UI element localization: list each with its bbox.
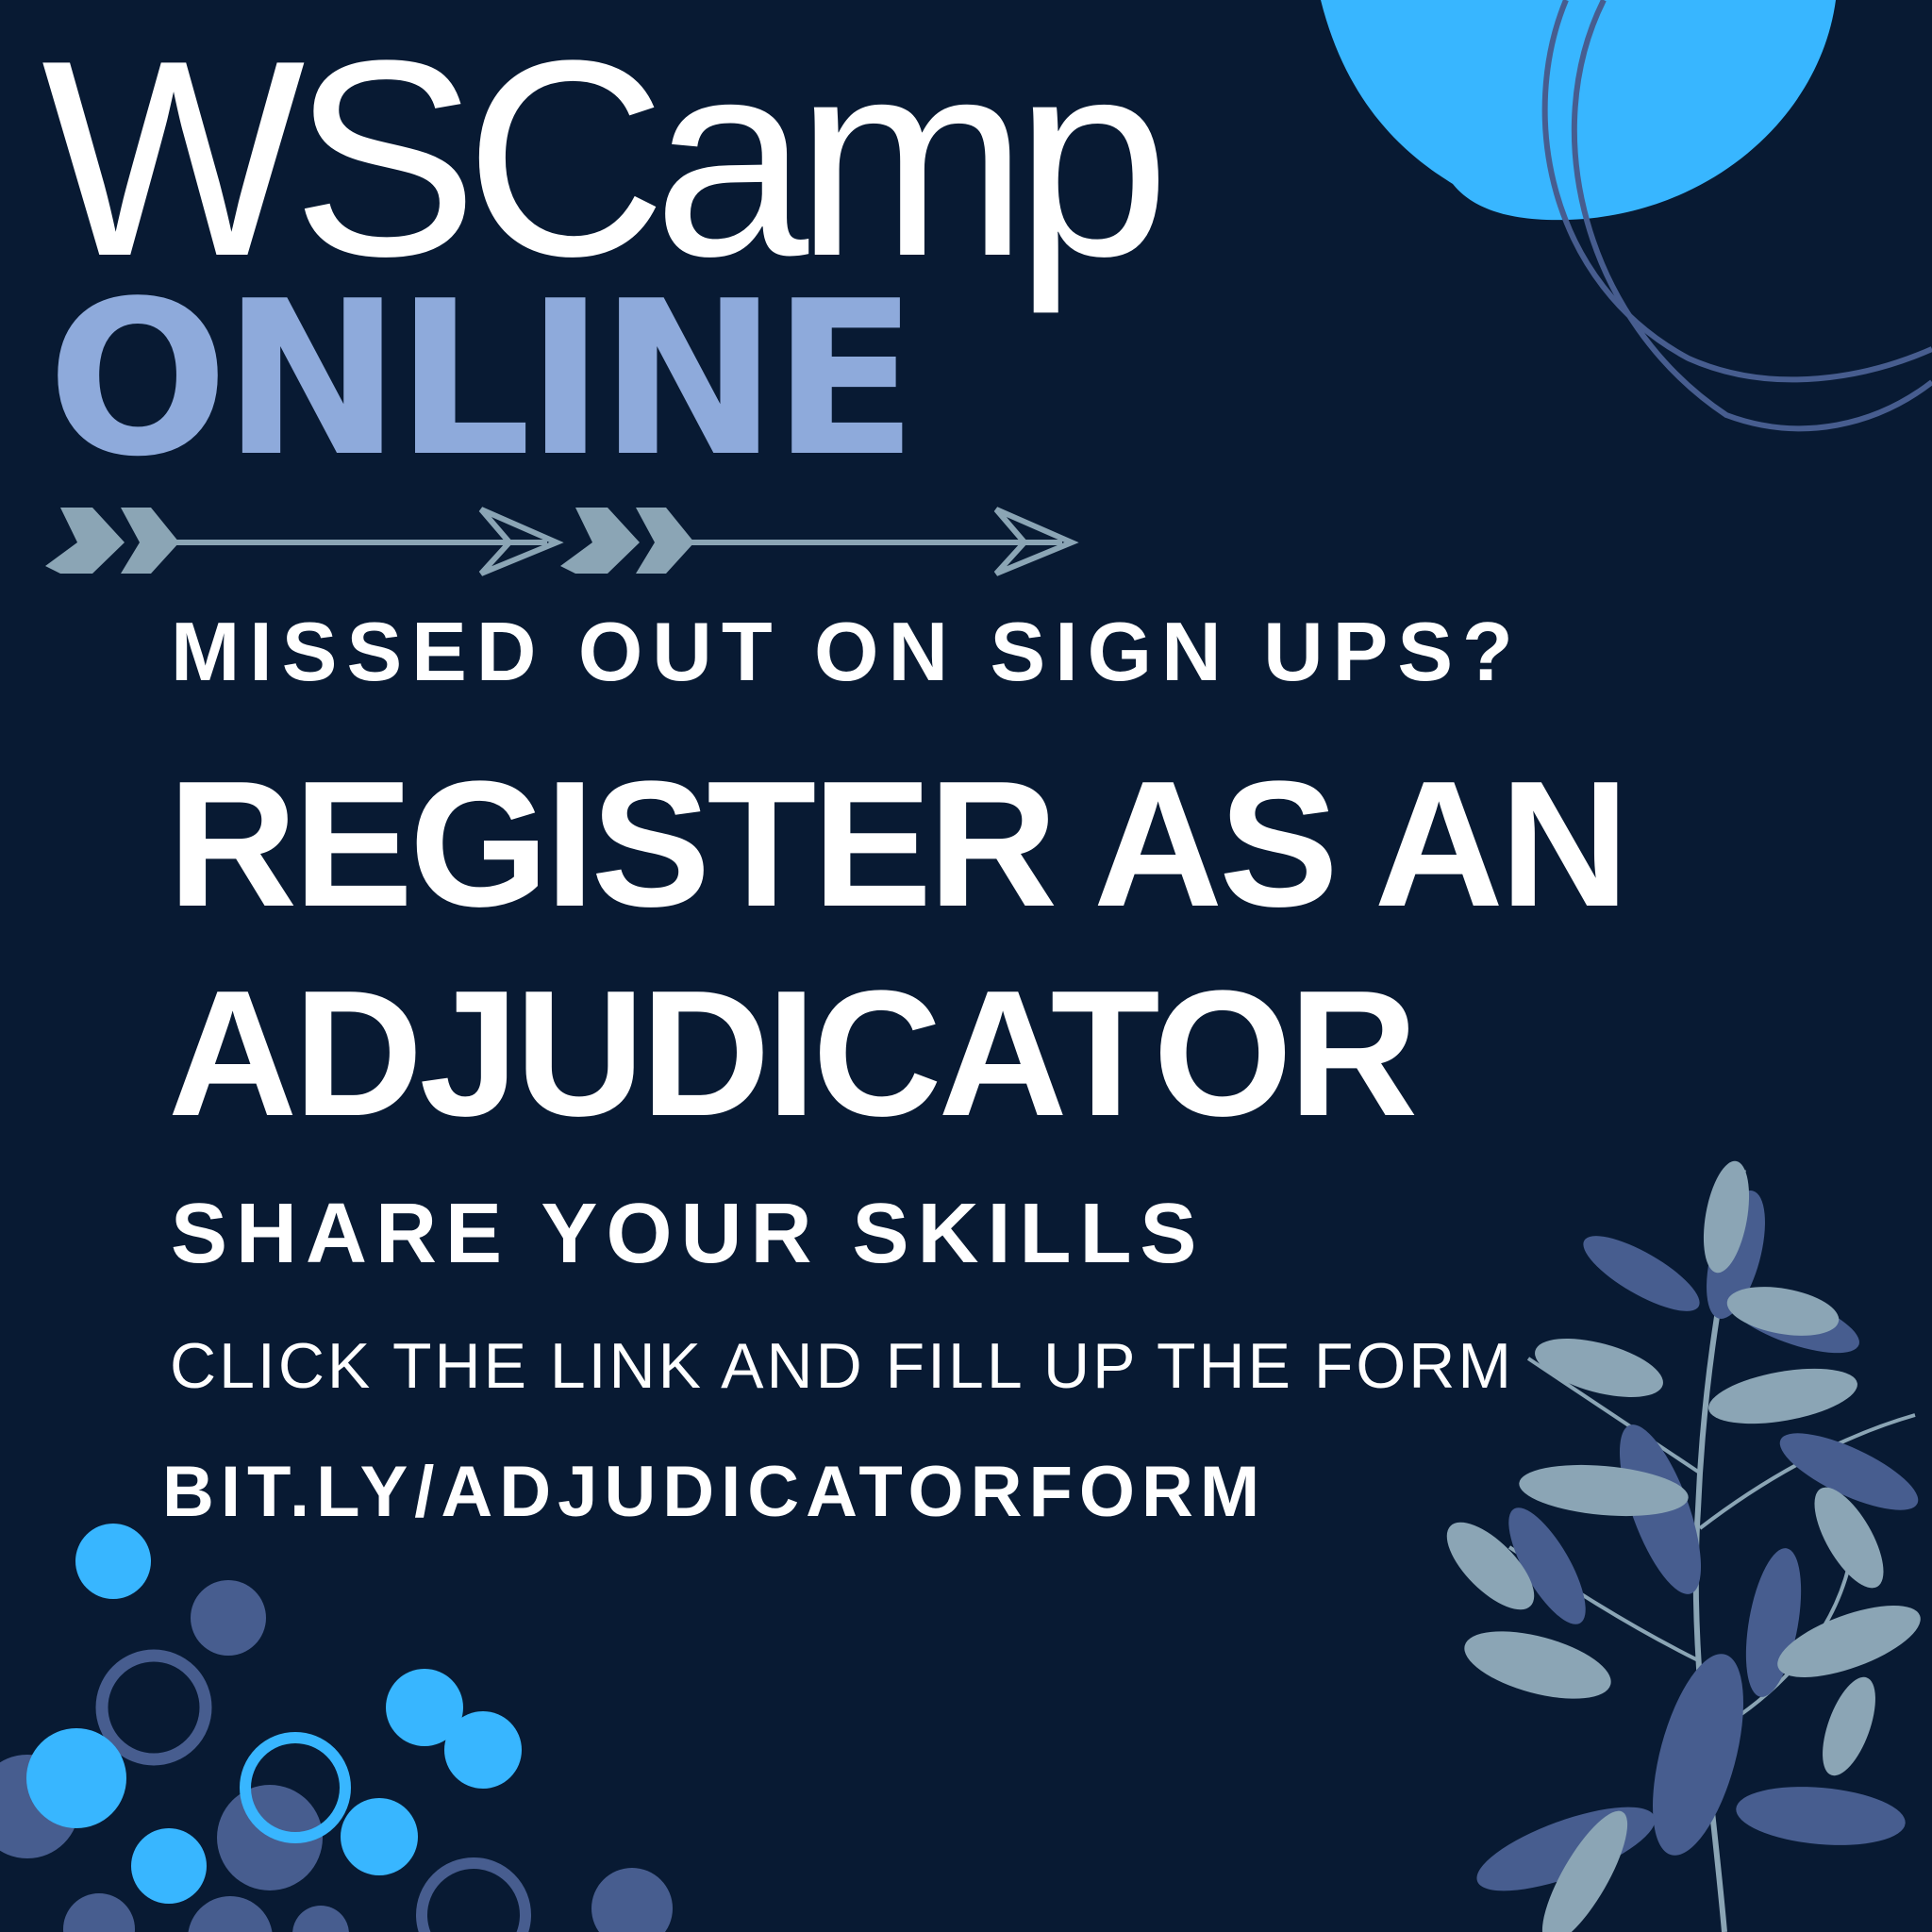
arrow-icon	[45, 507, 564, 576]
brand-subtitle: ONLINE	[47, 256, 918, 504]
tagline: SHARE YOUR SKILLS	[171, 1187, 1206, 1281]
form-link[interactable]: BIT.LY/ADJUDICATORFORM	[162, 1457, 1266, 1528]
headline-line1: REGISTER AS AN	[168, 744, 1629, 944]
headline-line2: ADJUDICATOR	[168, 954, 1418, 1154]
question-text: MISSED OUT ON SIGN UPS?	[171, 605, 1523, 698]
circle-dots-decoration	[0, 1524, 673, 1932]
instruction-text: CLICK THE LINK AND FILL UP THE FORM	[170, 1330, 1515, 1402]
blob-decoration	[1321, 0, 1932, 432]
leaf-plant-icon	[1446, 1160, 1921, 1932]
arrow-icon	[560, 507, 1079, 576]
